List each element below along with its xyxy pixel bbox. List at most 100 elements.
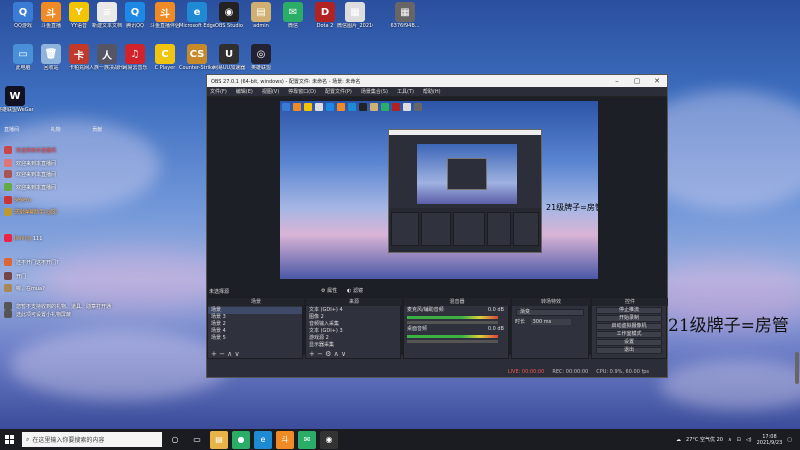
control-button[interactable]: 开始录制 xyxy=(596,315,662,322)
mixer-channel[interactable]: 桌面音频 0.0 dB xyxy=(404,326,508,333)
obs-taskbar-icon[interactable]: ◉ xyxy=(320,430,338,449)
control-button[interactable]: 退出 xyxy=(596,347,662,354)
notification-icon[interactable]: ▢ xyxy=(787,437,792,443)
app-icon: ≡ xyxy=(97,2,117,22)
rec-status: REC: 00:00:00 xyxy=(552,369,589,375)
list-item[interactable]: 图像 2 xyxy=(306,314,400,321)
app-icon: Q xyxy=(125,2,145,22)
desktop-icon-label: 英雄联盟 xyxy=(250,65,271,71)
maximize-icon[interactable]: ▢ xyxy=(627,77,647,85)
edge-taskbar-icon[interactable]: e xyxy=(254,430,272,449)
file-explorer-icon[interactable]: ▤ xyxy=(210,430,228,449)
desktop-icon[interactable]: U 网易UU加速器 xyxy=(212,44,246,71)
volume-meter xyxy=(407,316,498,319)
network-icon[interactable]: ⊡ xyxy=(737,437,741,443)
list-item[interactable]: 场景 5 xyxy=(208,335,302,342)
obs-menubar: 文件(F) 编辑(E) 视图(V) 停靠窗口(D) 配置文件(P) 场景集合(S) 工具(T… xyxy=(207,87,667,97)
menu-item[interactable]: 场景集合(S) xyxy=(361,88,388,95)
avatar xyxy=(4,234,12,242)
obs-window[interactable]: OBS 27.0.1 (64-bit, windows) - 配置文件: 未命名… xyxy=(206,74,668,378)
menu-item[interactable]: 视图(V) xyxy=(262,88,279,95)
side-scrollbar[interactable] xyxy=(795,352,799,384)
control-button[interactable]: 停止推流 xyxy=(596,307,662,314)
list-item[interactable]: 场景 3 xyxy=(208,314,302,321)
list-item[interactable]: 文本 (GDI+) 4 xyxy=(306,307,400,314)
desktop-icon[interactable]: ◉ OBS Studio xyxy=(212,2,246,29)
app-icon: D xyxy=(315,2,335,22)
app-icon: 斗 xyxy=(41,2,61,22)
mini-app-icon xyxy=(403,103,411,111)
scenes-footer[interactable]: + − ∧ ∨ xyxy=(208,350,302,358)
volume-slider[interactable] xyxy=(407,340,498,343)
tray-chevron-icon[interactable]: ∧ xyxy=(728,437,732,443)
scenes-dock[interactable]: 场景 场景 场景 3 场景 2 场景 4 场景 5 + − ∧ ∨ xyxy=(207,297,304,359)
avatar xyxy=(4,310,12,318)
stream-preview[interactable]: 21级牌子=房管 xyxy=(280,101,598,279)
mixer-channel[interactable]: 麦克风/辅助音频 0.0 dB xyxy=(404,307,508,314)
sources-dock[interactable]: 来源 文本 (GDI+) 4 图像 2 音频输入采集 文本 (GDI+) 3 游戏源 2… xyxy=(305,297,402,359)
list-item[interactable]: 显示器采集 xyxy=(306,342,400,349)
mini-app-icon xyxy=(381,103,389,111)
desktop-icon[interactable]: ♫ 网易云音乐 xyxy=(118,44,152,71)
desktop-icon[interactable]: ▦微信图片_2021091... xyxy=(337,2,373,29)
desktop-icon[interactable]: ▤ admin xyxy=(244,2,278,29)
volume-icon[interactable]: ◁) xyxy=(746,437,752,443)
search-icon: ⌕ xyxy=(26,435,30,443)
menu-item[interactable]: 帮助(H) xyxy=(423,88,441,95)
clock[interactable]: 17:08 2021/9/23 xyxy=(757,434,783,446)
start-button[interactable] xyxy=(0,429,20,450)
cpu-status: CPU: 0.9%, 60.00 fps xyxy=(596,369,649,375)
douyu-taskbar-icon[interactable]: 斗 xyxy=(276,430,294,449)
control-button[interactable]: 启动虚拟摄像机 xyxy=(596,323,662,330)
desktop-icon[interactable]: ▦ 6376f94B... xyxy=(388,2,422,29)
mini-app-icon xyxy=(348,103,356,111)
desktop-icon[interactable]: W英雄联盟WeGame版 xyxy=(0,86,33,113)
desktop-icon[interactable]: ◎ 英雄联盟 xyxy=(244,44,278,71)
close-icon[interactable]: ✕ xyxy=(647,77,667,85)
task-view-icon[interactable]: ○ xyxy=(166,431,184,449)
controls-dock[interactable]: 控件 停止推流 开始录制 启动虚拟摄像机 工作室模式 设置 退出 xyxy=(591,297,668,359)
obs-titlebar[interactable]: OBS 27.0.1 (64-bit, windows) - 配置文件: 未命名… xyxy=(207,75,667,87)
list-item[interactable]: 音频输入采集 xyxy=(306,321,400,328)
transition-type-select[interactable]: 渐变 xyxy=(516,309,584,316)
weather-icon[interactable]: ☁ xyxy=(676,437,681,443)
app-icon: ♫ xyxy=(125,44,145,64)
taskview-grid-icon[interactable]: ▭ xyxy=(188,431,206,449)
no-source-selected: 未选择源 xyxy=(209,289,230,295)
list-item[interactable]: 场景 2 xyxy=(208,321,302,328)
minimize-icon[interactable]: – xyxy=(607,77,627,85)
audio-mixer-dock[interactable]: 混音器 麦克风/辅助音频 0.0 dB 桌面音频 0.0 dB xyxy=(403,297,510,359)
menu-item[interactable]: 配置文件(P) xyxy=(325,88,352,95)
desktop-icon[interactable]: CSCounter-Strike Global... xyxy=(179,44,215,71)
list-item[interactable]: 游戏源 2 xyxy=(306,335,400,342)
desktop-icon-label: 卡帕充网 xyxy=(68,65,89,71)
list-item[interactable]: 文本 (GDI+) 3 xyxy=(306,328,400,335)
menu-item[interactable]: 停靠窗口(D) xyxy=(288,88,316,95)
desktop-icon[interactable]: CC Player xyxy=(148,44,182,71)
avatar xyxy=(4,284,12,292)
windows-icon xyxy=(5,434,14,444)
properties-button[interactable]: ⚙ 属性 xyxy=(321,287,337,294)
list-item[interactable]: 场景 4 xyxy=(208,328,302,335)
scenes-title: 场景 xyxy=(208,298,304,306)
wechat-taskbar-icon[interactable]: ● xyxy=(232,430,250,449)
desktop-icon[interactable]: ✉ 微信 xyxy=(276,2,310,29)
volume-slider[interactable] xyxy=(407,321,498,324)
desktop-icon[interactable]: e Microsoft Edge xyxy=(179,2,215,29)
sources-footer[interactable]: + − ⚙ ∧ ∨ xyxy=(306,350,400,358)
control-button[interactable]: 设置 xyxy=(596,339,662,346)
duration-input[interactable]: 300 ms xyxy=(530,319,571,325)
mini-app-icon xyxy=(392,103,400,111)
filters-button[interactable]: ◐ 滤镜 xyxy=(347,287,363,294)
wechat2-taskbar-icon[interactable]: ✉ xyxy=(298,430,316,449)
menu-item[interactable]: 编辑(E) xyxy=(236,88,253,95)
menu-item[interactable]: 工具(T) xyxy=(397,88,414,95)
desktop-icon[interactable]: 斗斗鱼直播伴侣 xyxy=(148,2,182,29)
transitions-dock[interactable]: 转场特效 渐变 时长 300 ms xyxy=(511,297,590,359)
control-button[interactable]: 工作室模式 xyxy=(596,331,662,338)
list-item[interactable]: 场景 xyxy=(208,307,302,314)
taskbar-search-input[interactable]: ⌕ 在这里输入你要搜索的内容 xyxy=(22,432,162,447)
menu-item[interactable]: 文件(F) xyxy=(210,88,227,95)
desktop-icon[interactable]: Q 腾讯QQ xyxy=(118,2,152,29)
app-icon: W xyxy=(5,86,25,106)
